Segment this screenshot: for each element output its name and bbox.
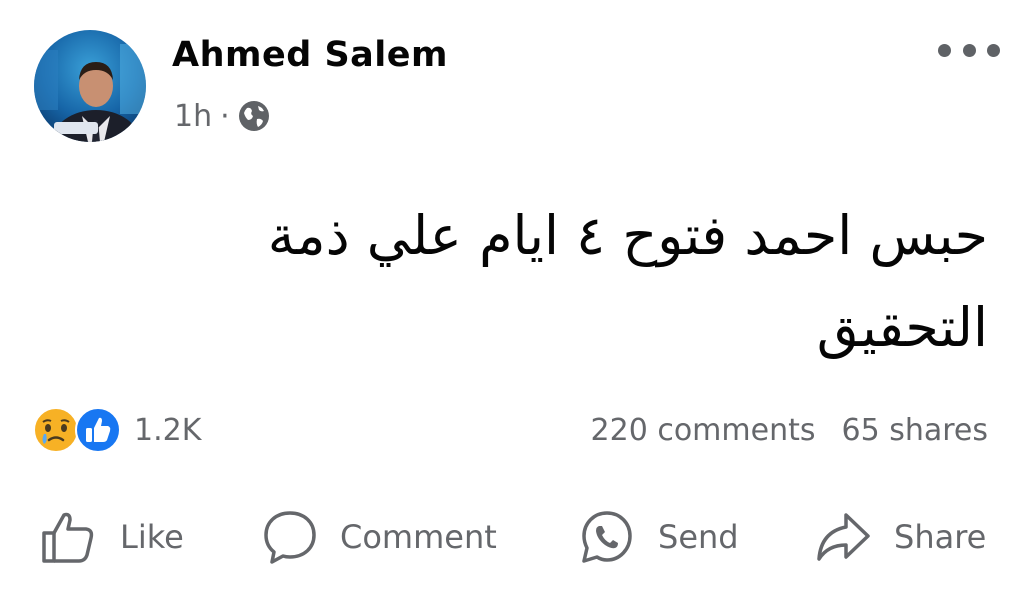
meta-separator: · — [220, 98, 230, 134]
sad-reaction-icon — [33, 407, 79, 453]
post-meta: 1h · — [174, 96, 270, 136]
engagement-stats: 220 comments 65 shares — [591, 406, 988, 454]
comment-icon — [264, 511, 316, 564]
avatar-image — [34, 30, 146, 142]
share-label: Share — [894, 518, 987, 556]
share-button[interactable]: Share — [814, 506, 986, 568]
more-dot — [962, 43, 976, 57]
reactions-summary[interactable]: 1.2K — [32, 404, 201, 456]
comments-count[interactable]: 220 comments — [591, 413, 816, 448]
author-name[interactable]: Ahmed Salem — [172, 32, 448, 78]
send-button[interactable]: Send — [578, 506, 739, 568]
globe-icon[interactable] — [238, 100, 270, 132]
thumbs-up-icon — [42, 512, 94, 563]
comment-button[interactable]: Comment — [262, 506, 497, 568]
like-reaction-icon — [75, 407, 121, 453]
shares-count[interactable]: 65 shares — [842, 413, 989, 448]
more-options-icon[interactable] — [938, 34, 1000, 66]
like-label: Like — [120, 518, 184, 556]
more-dot — [938, 43, 951, 57]
share-arrow-icon — [817, 513, 870, 561]
reaction-count: 1.2K — [134, 412, 202, 448]
avatar[interactable] — [34, 30, 146, 142]
like-button[interactable]: Like — [38, 506, 184, 568]
whatsapp-icon — [582, 511, 632, 563]
send-label: Send — [658, 518, 739, 556]
post-text: حبس احمد فتوح ٤ ايام علي ذمة التحقيق — [267, 204, 988, 359]
more-dot — [987, 43, 1000, 57]
comment-label: Comment — [340, 518, 497, 556]
post-time[interactable]: 1h — [174, 99, 212, 134]
